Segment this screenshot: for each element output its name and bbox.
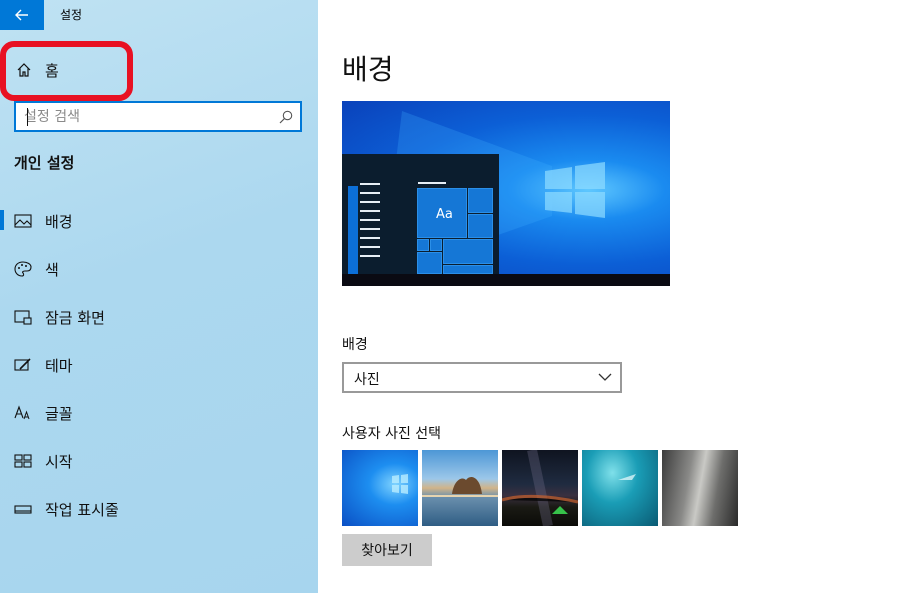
background-preview: Aa (342, 101, 670, 286)
background-field-label: 배경 (342, 337, 368, 353)
select-value: 사진 (354, 372, 380, 388)
home-label: 홈 (45, 62, 59, 80)
sidebar-item-background[interactable]: 배경 (0, 198, 318, 246)
sidebar: 설정 홈 개인 설정 배경 색 (0, 0, 318, 593)
sidebar-item-label: 테마 (45, 357, 73, 375)
font-icon (14, 405, 30, 420)
taskbar-icon (14, 505, 32, 514)
sidebar-item-label: 배경 (45, 213, 73, 231)
sidebar-item-home[interactable]: 홈 (0, 48, 318, 92)
selected-indicator (0, 210, 4, 230)
night-sky-tent-thumbnail[interactable] (502, 450, 578, 526)
sidebar-item-taskbar[interactable]: 작업 표시줄 (0, 486, 318, 534)
sidebar-item-label: 글꼴 (45, 405, 73, 423)
search-icon[interactable] (279, 110, 293, 124)
text-caret (27, 108, 28, 126)
sidebar-item-start[interactable]: 시작 (0, 438, 318, 486)
choose-picture-label: 사용자 사진 선택 (342, 426, 442, 442)
page-title: 배경 (342, 53, 394, 86)
palette-icon (14, 261, 32, 277)
beach-rock-thumbnail[interactable] (422, 450, 498, 526)
lock-screen-icon (14, 310, 32, 325)
back-button[interactable] (0, 0, 44, 30)
search-box[interactable] (14, 101, 302, 132)
chevron-down-icon (598, 373, 612, 381)
preview-taskbar (342, 274, 670, 286)
sidebar-item-label: 색 (45, 261, 59, 279)
rock-cliff-thumbnail[interactable] (662, 450, 738, 526)
background-type-select[interactable]: 사진 (342, 362, 622, 393)
sidebar-item-color[interactable]: 색 (0, 246, 318, 294)
sidebar-item-label: 작업 표시줄 (45, 501, 119, 519)
sidebar-item-label: 잠금 화면 (45, 309, 105, 327)
sidebar-item-font[interactable]: 글꼴 (0, 390, 318, 438)
start-grid-icon (14, 454, 32, 468)
sidebar-item-label: 시작 (45, 453, 73, 471)
picture-thumbnails (342, 450, 742, 526)
picture-icon (14, 214, 32, 228)
theme-brush-icon (14, 358, 31, 371)
home-icon (17, 63, 31, 77)
section-title: 개인 설정 (14, 154, 75, 172)
underwater-swimmer-thumbnail[interactable] (582, 450, 658, 526)
sidebar-item-lock-screen[interactable]: 잠금 화면 (0, 294, 318, 342)
sidebar-nav: 배경 색 잠금 화면 테마 글꼴 시작 작업 표시줄 (0, 198, 318, 534)
preview-tile-text: Aa (436, 207, 453, 222)
preview-start-window: Aa (342, 154, 499, 274)
back-arrow-icon (15, 9, 28, 21)
sidebar-item-theme[interactable]: 테마 (0, 342, 318, 390)
browse-button[interactable]: 찾아보기 (342, 534, 432, 566)
search-input[interactable] (16, 103, 266, 130)
title-bar: 설정 (0, 0, 318, 30)
window-title: 설정 (60, 8, 83, 22)
windows-light-thumbnail[interactable] (342, 450, 418, 526)
main-content: 배경 Aa 배경 사진 사용자 사진 선택 찾아보기 (318, 0, 898, 593)
